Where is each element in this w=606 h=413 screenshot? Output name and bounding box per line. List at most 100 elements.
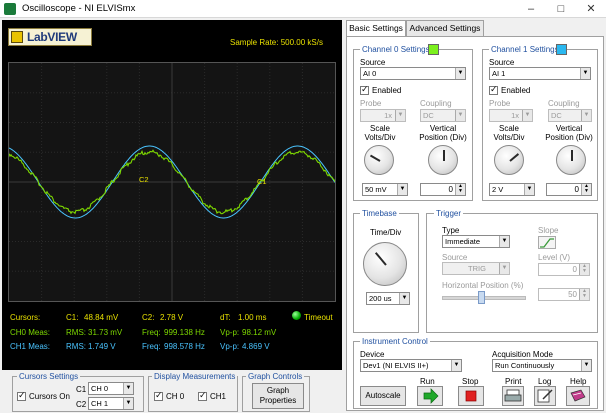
ch0-measure-label: CH 0 <box>166 392 185 401</box>
tab-advanced-settings[interactable]: Advanced Settings <box>406 20 484 36</box>
acquisition-mode-select[interactable]: Run Continuously ▼ <box>492 359 592 372</box>
graph-properties-button[interactable]: Graph Properties <box>252 383 304 409</box>
ch1-freq-label: Freq: <box>142 342 161 351</box>
ch0-freq-value: 999.138 Hz <box>164 328 205 337</box>
ch1-source-select[interactable]: AI 1 ▼ <box>489 67 591 80</box>
ch1-vpos-knob[interactable] <box>556 145 586 175</box>
horizontal-position-thumb[interactable] <box>478 291 485 304</box>
ch0-probe-select[interactable]: 1x ▼ <box>360 109 406 122</box>
trigger-title: Trigger <box>434 209 464 218</box>
trigger-source-select[interactable]: TRIG ▼ <box>442 262 510 275</box>
cursors-on-checkbox[interactable] <box>17 390 26 401</box>
display-measurements-title: Display Measurements <box>152 372 238 381</box>
run-button[interactable] <box>417 386 443 406</box>
horizontal-position-label: Horizontal Position (%) <box>442 281 524 290</box>
c2-select-label: C2 <box>76 400 87 409</box>
labview-logo-icon <box>11 31 23 43</box>
ch1-measure-label: CH1 <box>210 392 227 401</box>
app-icon <box>4 3 16 15</box>
ch0-vpos-label: Vertical Position (Div) <box>419 124 467 142</box>
stop-button[interactable] <box>458 386 484 406</box>
tab-basic-settings[interactable]: Basic Settings <box>346 20 406 37</box>
printer-icon <box>504 389 522 402</box>
ch1-vpos-label: Vertical Position (Div) <box>545 124 593 142</box>
ch1-scale-select[interactable]: 2 V ▼ <box>489 183 535 196</box>
window-title: Oscilloscope - NI ELVISmx <box>22 3 136 14</box>
ch1-rms-label: RMS: <box>66 342 86 351</box>
cursors-settings-title: Cursors Settings <box>17 372 81 381</box>
ch1-measure-checkbox[interactable] <box>198 390 207 401</box>
ch0-scale-select[interactable]: 50 mV ▼ <box>362 183 408 196</box>
cursor-c2-label: C2 <box>139 175 149 184</box>
time-div-label: Time/Div <box>370 228 402 237</box>
ch1-coupling-select[interactable]: DC ▼ <box>548 109 592 122</box>
ch0-vpos-knob[interactable] <box>428 145 458 175</box>
ch0-source-label: Source <box>360 58 386 67</box>
time-div-knob[interactable] <box>363 242 407 286</box>
dt-readout-value: 1.00 ms <box>238 313 267 322</box>
c1-readout-label: C1: <box>66 313 79 322</box>
ch0-scale-knob[interactable] <box>364 145 394 175</box>
ch0-vpp-value: 98.12 mV <box>242 328 277 337</box>
time-div-select[interactable]: 200 us ▼ <box>366 292 410 305</box>
run-arrow-icon <box>423 388 439 404</box>
trigger-level-label: Level (V) <box>538 253 571 262</box>
ch0-freq-label: Freq: <box>142 328 161 337</box>
help-book-icon <box>570 389 586 402</box>
log-label: Log <box>538 377 552 386</box>
ch1-scale-knob[interactable] <box>494 145 524 175</box>
waveform-graph[interactable]: C2 C1 <box>8 62 336 302</box>
ch1-vpp-label: Vp-p: <box>220 342 240 351</box>
help-label: Help <box>570 377 587 386</box>
ch1-vpp-value: 4.869 V <box>242 342 270 351</box>
trigger-slope-button[interactable] <box>538 236 556 249</box>
ch1-probe-label: Probe <box>489 99 511 108</box>
ch1-coupling-label: Coupling <box>548 99 580 108</box>
device-select[interactable]: Dev1 (NI ELVIS II+) ▼ <box>360 359 462 372</box>
ch0-coupling-label: Coupling <box>420 99 452 108</box>
trigger-type-label: Type <box>442 226 460 235</box>
ch0-meas-label: CH0 Meas: <box>10 328 51 337</box>
horizontal-position-input[interactable]: 50 ▲ ▼ <box>538 288 590 301</box>
log-button[interactable] <box>534 386 556 406</box>
maximize-button[interactable]: □ <box>546 0 576 18</box>
ch0-enabled-checkbox[interactable] <box>360 84 369 95</box>
sample-rate: Sample Rate: 500.00 kS/s <box>230 38 323 47</box>
ch1-vpos-input[interactable]: 0 ▲ ▼ <box>546 183 592 196</box>
ch0-vpos-input[interactable]: 0 ▲ ▼ <box>420 183 466 196</box>
ch1-scale-label: Scale Volts/Div <box>493 124 525 142</box>
c2-channel-select[interactable]: CH 1 ▼ <box>88 397 134 410</box>
ch0-enabled-label: Enabled <box>372 86 402 95</box>
ch0-coupling-select[interactable]: DC ▼ <box>420 109 466 122</box>
cursors-readout-label: Cursors: <box>10 313 41 322</box>
minimize-button[interactable]: – <box>516 0 546 18</box>
ch0-vpp-label: Vp-p: <box>220 328 240 337</box>
print-button[interactable] <box>502 386 524 406</box>
ch0-measure-checkbox[interactable] <box>154 390 163 401</box>
close-button[interactable]: ✕ <box>576 0 606 18</box>
trigger-source-label: Source <box>442 253 468 262</box>
autoscale-button[interactable]: Autoscale <box>360 386 406 406</box>
trigger-level-input[interactable]: 0 ▲ ▼ <box>538 263 590 276</box>
trigger-type-select[interactable]: Immediate ▼ <box>442 235 510 248</box>
trigger-slope-label: Slope <box>538 226 559 235</box>
run-label: Run <box>420 377 435 386</box>
cursors-on-label: Cursors On <box>29 392 70 401</box>
c1-channel-select[interactable]: CH 0 ▼ <box>88 382 134 395</box>
log-pencil-icon <box>537 389 553 403</box>
c1-readout-value: 48.84 mV <box>84 313 119 322</box>
ch0-source-select[interactable]: AI 0 ▼ <box>360 67 466 80</box>
ch0-scale-label: Scale Volts/Div <box>364 124 396 142</box>
scope-display: LabVIEW Sample Rate: 500.00 kS/s C2 C1 C… <box>2 20 342 370</box>
acquisition-mode-label: Acquisition Mode <box>492 350 553 359</box>
channel1-settings-title: Channel 1 Settings <box>489 45 561 54</box>
ch1-enabled-checkbox[interactable] <box>489 84 498 95</box>
help-button[interactable] <box>566 386 590 406</box>
timebase-title: Timebase <box>360 209 399 218</box>
cursor-c1-label: C1 <box>257 177 267 186</box>
ch1-probe-select[interactable]: 1x ▼ <box>489 109 533 122</box>
channel0-color-swatch <box>428 44 439 55</box>
stop-label: Stop <box>462 377 479 386</box>
print-label: Print <box>505 377 522 386</box>
waveform-svg <box>9 63 335 301</box>
